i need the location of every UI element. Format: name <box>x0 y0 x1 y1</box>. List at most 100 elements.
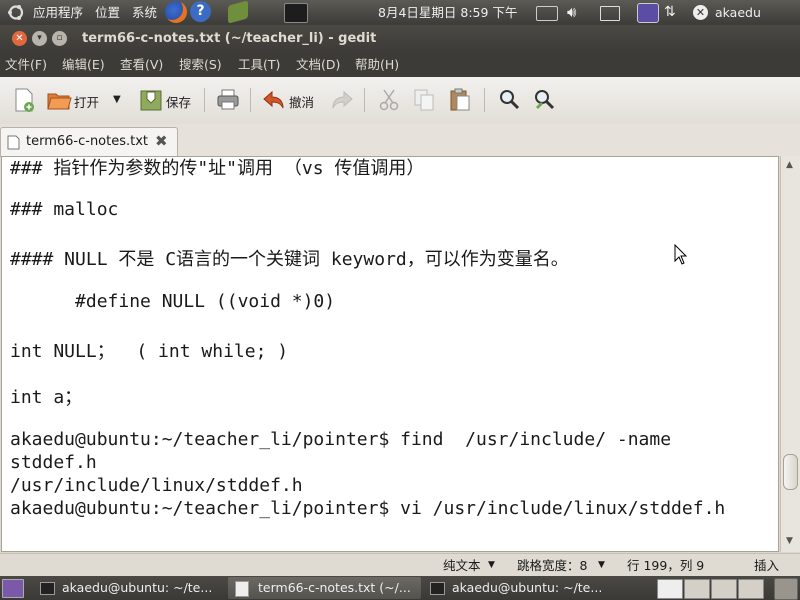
clock[interactable]: 8月4日星期日 8:59 下午 <box>378 0 517 25</box>
menu-tools[interactable]: 工具(T) <box>238 52 280 77</box>
toolbar-separator <box>364 88 365 112</box>
statusbar: 纯文本 ▼ 跳格宽度：8 ▼ 行 199，列 9 插入 <box>0 553 800 577</box>
tab-width-selector[interactable]: 跳格宽度：8 <box>517 554 587 577</box>
vertical-scrollbar[interactable]: ▲ ▼ <box>780 156 800 552</box>
save-label[interactable]: 保存 <box>166 92 191 111</box>
system-menu[interactable]: 系统 <box>132 0 157 25</box>
taskbar-label: akaedu@ubuntu: ~/te... <box>62 580 213 595</box>
menu-file[interactable]: 文件(F) <box>5 52 47 77</box>
display-icon[interactable] <box>637 3 659 23</box>
network-icon[interactable]: ⇅ <box>664 0 676 25</box>
taskbar-item-terminal-1[interactable]: akaedu@ubuntu: ~/te... <box>34 577 224 599</box>
new-file-icon <box>15 88 34 112</box>
editor-line[interactable]: #define NULL ((void *)0) <box>10 291 335 312</box>
bottom-panel: akaedu@ubuntu: ~/te... term66-c-notes.tx… <box>0 576 800 600</box>
menu-search[interactable]: 搜索(S) <box>179 52 222 77</box>
editor-line[interactable]: ### 指针作为参数的传"址"调用 （vs 传值调用） <box>10 157 424 180</box>
save-icon <box>140 90 162 111</box>
open-file-button[interactable] <box>46 87 72 113</box>
terminal-icon <box>430 582 445 595</box>
trash-icon[interactable] <box>774 578 798 600</box>
window-title: term66-c-notes.txt (~/teacher_li) - gedi… <box>82 31 377 46</box>
scissors-icon <box>379 89 399 111</box>
menubar: 文件(F) 编辑(E) 查看(V) 搜索(S) 工具(T) 文档(D) 帮助(H… <box>0 52 800 77</box>
scroll-up-icon[interactable]: ▲ <box>786 160 793 170</box>
minimize-window-button[interactable]: ▾ <box>32 31 47 46</box>
redo-icon <box>332 90 353 109</box>
find-replace-icon <box>535 90 555 110</box>
copy-icon <box>414 89 434 111</box>
workspace-2-icon[interactable] <box>684 579 710 599</box>
open-label[interactable]: 打开 <box>74 92 99 111</box>
editor-line[interactable]: akaedu@ubuntu:~/teacher_li/pointer$ vi /… <box>10 498 725 519</box>
redo-button[interactable] <box>330 87 354 113</box>
taskbar-item-terminal-2[interactable]: akaedu@ubuntu: ~/te... <box>424 577 614 599</box>
ubuntu-logo-icon[interactable] <box>5 0 27 25</box>
cursor-position: 行 199，列 9 <box>627 558 705 573</box>
new-file-button[interactable] <box>12 87 36 113</box>
editor-line[interactable]: /usr/include/linux/stddef.h <box>10 475 303 496</box>
mouse-cursor-icon <box>674 244 688 265</box>
menu-documents[interactable]: 文档(D) <box>296 52 340 77</box>
editor-line[interactable]: #### NULL 不是 C语言的一个关键词 keyword，可以作为变量名。 <box>10 245 569 271</box>
copy-button[interactable] <box>412 87 436 113</box>
menu-edit[interactable]: 编辑(E) <box>62 52 105 77</box>
firefox-icon[interactable] <box>165 1 187 23</box>
mail-icon[interactable] <box>600 6 620 21</box>
window-titlebar[interactable]: ✕ ▾ ▫ term66-c-notes.txt (~/teacher_li) … <box>0 25 800 52</box>
show-desktop-icon[interactable] <box>2 579 24 598</box>
editor-line[interactable]: int NULL； ( int while; ) <box>10 337 288 363</box>
filetype-dropdown-icon[interactable]: ▼ <box>488 554 495 577</box>
user-name[interactable]: akaedu <box>715 0 761 25</box>
find-replace-button[interactable] <box>532 87 558 113</box>
open-recent-dropdown-icon[interactable]: ▼ <box>113 94 121 105</box>
toolbar-separator <box>204 88 205 112</box>
workspace-4-icon[interactable] <box>738 579 764 599</box>
session-icon[interactable]: ✕ <box>693 5 708 20</box>
undo-label[interactable]: 撤消 <box>289 92 314 111</box>
save-file-button[interactable] <box>139 87 163 113</box>
applications-menu[interactable]: 应用程序 <box>33 0 83 25</box>
menu-view[interactable]: 查看(V) <box>120 52 163 77</box>
insert-mode: 插入 <box>754 558 780 573</box>
menu-help[interactable]: 帮助(H) <box>355 52 399 77</box>
cut-button[interactable] <box>377 87 401 113</box>
editor-line[interactable]: ### malloc <box>10 199 118 220</box>
print-button[interactable] <box>216 87 240 113</box>
workspace-1-icon[interactable] <box>657 579 683 599</box>
undo-button[interactable] <box>262 87 286 113</box>
tab-width-dropdown-icon[interactable]: ▼ <box>598 554 605 577</box>
close-window-button[interactable]: ✕ <box>12 31 27 46</box>
scroll-down-icon[interactable]: ▼ <box>786 536 793 546</box>
text-editor[interactable]: ### 指针作为参数的传"址"调用 （vs 传值调用） ### malloc #… <box>1 156 779 552</box>
help-icon[interactable]: ? <box>190 1 211 22</box>
close-tab-icon[interactable]: ✖ <box>155 132 168 150</box>
filetype-selector[interactable]: 纯文本 <box>443 554 481 577</box>
scroll-thumb[interactable] <box>783 454 798 490</box>
bookshelf-icon[interactable] <box>228 0 248 24</box>
text-file-icon <box>7 135 20 150</box>
volume-icon[interactable]: 🔊︎ <box>567 0 576 25</box>
gedit-icon <box>235 581 249 597</box>
find-button[interactable] <box>497 87 521 113</box>
toolbar-separator <box>484 88 485 112</box>
toolbar: 打开 ▼ 保存 撤消 <box>0 77 800 125</box>
maximize-window-button[interactable]: ▫ <box>52 31 67 46</box>
taskbar-label: akaedu@ubuntu: ~/te... <box>452 580 603 595</box>
clipboard-icon <box>450 88 470 111</box>
tab-bar: term66-c-notes.txt ✖ <box>0 124 800 157</box>
editor-line[interactable]: stddef.h <box>10 452 97 473</box>
top-panel: 应用程序 位置 系统 ? 8月4日星期日 8:59 下午 🔊︎ ⇅ ✕ akae… <box>0 0 800 25</box>
taskbar-item-gedit[interactable]: term66-c-notes.txt (~/... <box>228 577 421 599</box>
keyboard-icon[interactable] <box>536 6 558 21</box>
terminal-icon <box>40 582 55 595</box>
terminal-launcher-icon[interactable] <box>284 3 308 23</box>
undo-icon <box>263 90 284 109</box>
editor-line[interactable]: akaedu@ubuntu:~/teacher_li/pointer$ find… <box>10 429 671 450</box>
editor-line[interactable]: int a； <box>10 383 82 409</box>
tab-term66-c-notes[interactable]: term66-c-notes.txt ✖ <box>0 127 178 157</box>
printer-icon <box>217 89 239 110</box>
paste-button[interactable] <box>448 87 472 113</box>
places-menu[interactable]: 位置 <box>95 0 120 25</box>
workspace-3-icon[interactable] <box>711 579 737 599</box>
